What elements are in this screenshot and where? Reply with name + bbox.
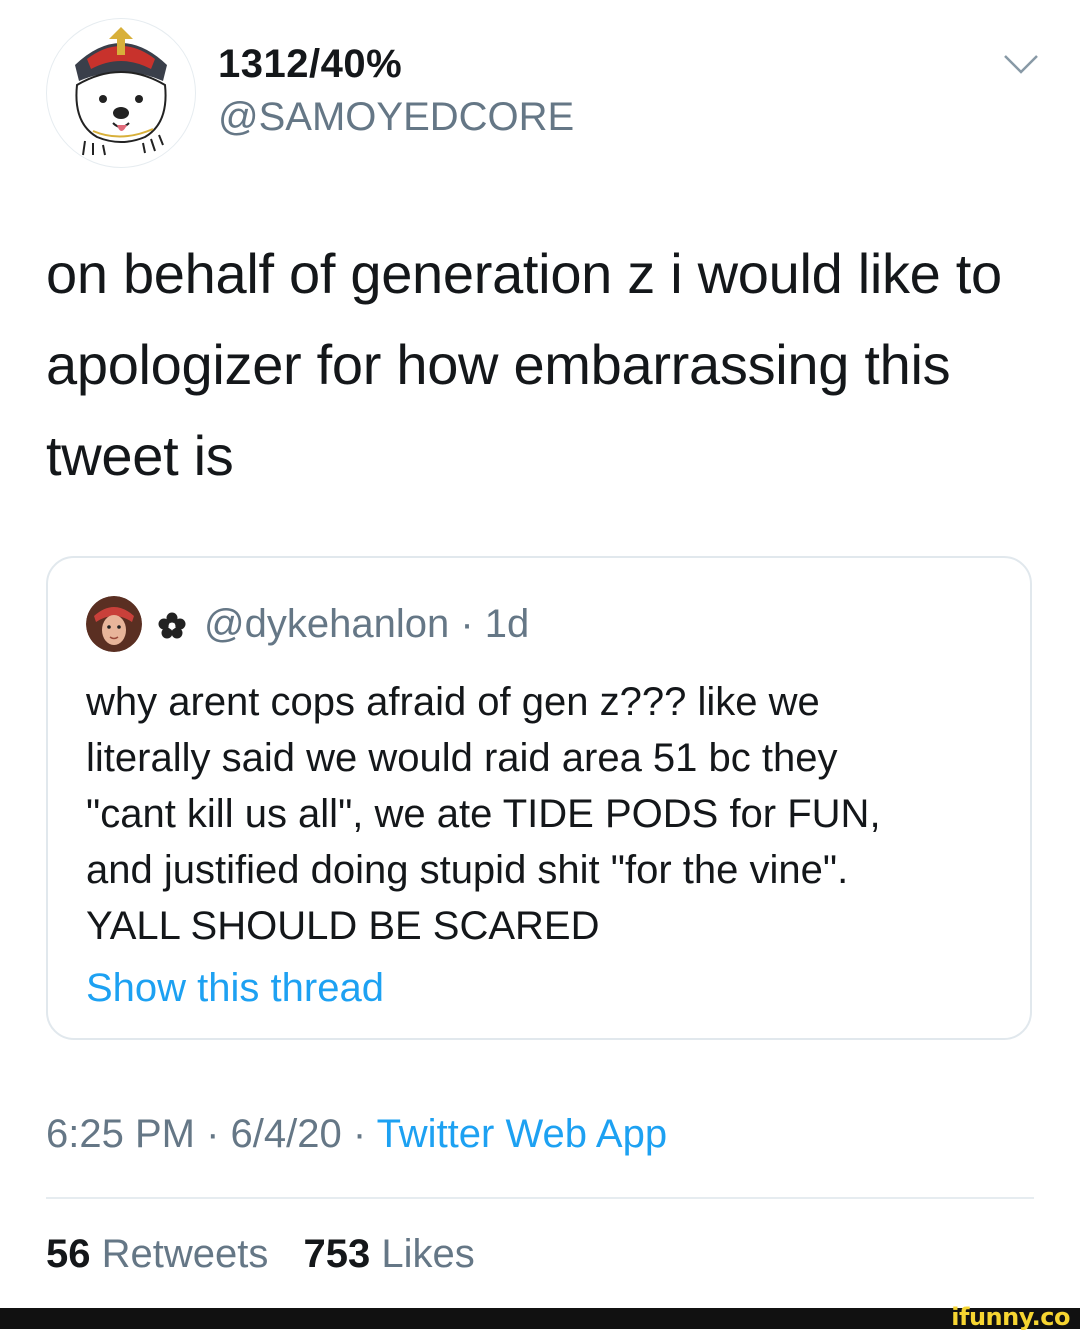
chevron-down-icon[interactable] (1003, 52, 1039, 76)
meta-separator: · (194, 1112, 231, 1156)
show-thread-link[interactable]: Show this thread (86, 966, 384, 1011)
watermark-bar: ifunny.co (0, 1303, 1080, 1331)
retweets-stat[interactable]: 56 Retweets (46, 1232, 268, 1277)
meta-separator: · (460, 602, 474, 646)
quoted-author-handle[interactable]: @dykehanlon (204, 602, 449, 646)
tweet-source-link[interactable]: Twitter Web App (377, 1112, 668, 1156)
tweet-card: 1312/40% @SAMOYEDCORE on behalf of gener… (0, 0, 1080, 1308)
user-avatar-icon[interactable] (86, 596, 142, 652)
quoted-tweet-line: literally said we would raid area 51 bc … (86, 736, 838, 780)
flower-icon (158, 612, 186, 640)
quoted-tweet-line: "cant kill us all", we ate TIDE PODS for… (86, 792, 881, 836)
tweet-text: on behalf of generation z i would like t… (46, 242, 1002, 487)
retweets-label: Retweets (101, 1232, 269, 1276)
author-display-name[interactable]: 1312/40% (218, 42, 402, 87)
likes-stat[interactable]: 753 Likes (304, 1232, 475, 1277)
tweet-meta: 6:25 PM · 6/4/20 · Twitter Web App (46, 1112, 667, 1157)
quoted-tweet-text: why arent cops afraid of gen z??? like w… (86, 674, 1006, 954)
likes-count: 753 (303, 1232, 371, 1276)
quoted-tweet-line: YALL SHOULD BE SCARED (86, 904, 600, 948)
quoted-tweet-meta: @dykehanlon · 1d (204, 602, 529, 647)
tweet-date[interactable]: 6/4/20 (231, 1112, 342, 1156)
tweet-stats: 56 Retweets 753 Likes (46, 1232, 499, 1277)
author-handle[interactable]: @SAMOYEDCORE (218, 95, 574, 140)
likes-label: Likes (381, 1232, 475, 1276)
quoted-tweet[interactable]: @dykehanlon · 1d why arent cops afraid o… (46, 556, 1032, 1040)
quoted-tweet-line: and justified doing stupid shit "for the… (86, 848, 849, 892)
samoyed-dog-avatar-icon[interactable] (46, 18, 196, 168)
meta-separator: · (341, 1112, 377, 1156)
retweets-count: 56 (46, 1232, 91, 1276)
divider (46, 1197, 1034, 1199)
tweet-time[interactable]: 6:25 PM (46, 1112, 195, 1156)
quoted-tweet-line: why arent cops afraid of gen z??? like w… (86, 680, 820, 724)
quoted-tweet-time[interactable]: 1d (485, 602, 530, 646)
ifunny-watermark: ifunny.co (951, 1303, 1070, 1331)
